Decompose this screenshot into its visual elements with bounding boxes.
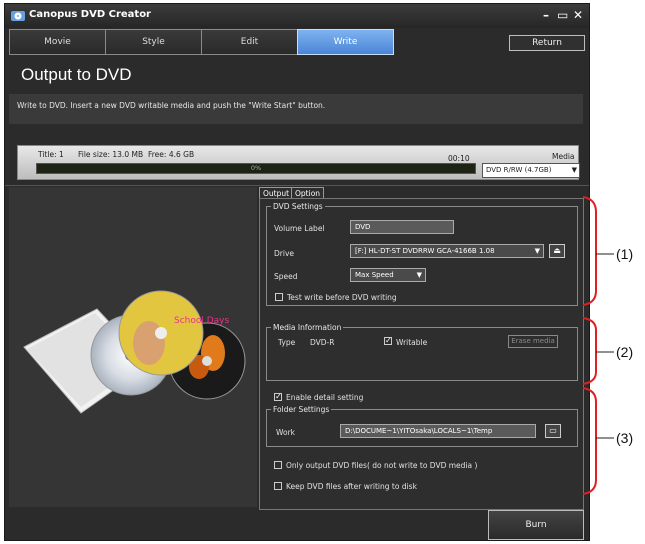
elapsed-time: 00:10 (448, 154, 470, 163)
volume-label-input[interactable]: DVD (350, 220, 454, 234)
close-icon[interactable]: ✕ (573, 7, 583, 23)
speed-select[interactable]: Max Speed ▼ (350, 268, 426, 282)
settings-panel: DVD Settings Volume Label DVD Drive [F:]… (259, 198, 584, 510)
work-folder-input[interactable]: D:\DOCUME~1\YITOsaka\LOCALS~1\Temp (340, 424, 536, 438)
dvd-settings-legend: DVD Settings (273, 202, 323, 211)
test-write-label: Test write before DVD writing (287, 293, 397, 302)
minimize-icon[interactable]: – (541, 7, 551, 23)
window-title: Canopus DVD Creator (29, 9, 151, 20)
writable-label: Writable (396, 338, 428, 347)
free-space: Free: 4.6 GB (148, 150, 195, 159)
media-value: DVD R/RW (4.7GB) (486, 166, 552, 174)
speed-value: Max Speed (355, 271, 394, 279)
media-info-group: Media Information (266, 323, 578, 381)
page-title: Output to DVD (21, 65, 132, 84)
title-count: Title: 1 (38, 150, 64, 159)
tab-movie[interactable]: Movie (9, 29, 106, 55)
media-info-legend: Media Information (273, 323, 342, 332)
volume-label-text: Volume Label (274, 224, 325, 233)
type-label: Type (278, 338, 296, 347)
folder-icon[interactable]: ▭ (545, 424, 561, 438)
chevron-down-icon: ▼ (571, 166, 577, 174)
disc-label: School Days (174, 316, 230, 326)
maximize-icon[interactable]: ▭ (557, 7, 568, 23)
progress-bar: 0% (36, 163, 476, 174)
media-select[interactable]: DVD R/RW (4.7GB) ▼ (482, 163, 580, 178)
burn-button[interactable]: Burn (488, 510, 584, 540)
progress-percent: 0% (250, 164, 262, 172)
preview-area: School Days (9, 187, 257, 507)
type-value: DVD-R (310, 338, 335, 347)
only-output-checkbox[interactable] (274, 461, 282, 469)
enable-detail-checkbox[interactable]: ✓ (274, 393, 282, 401)
drive-value: [F:] HL-DT-ST DVDRRW GCA-4166B 1.08 (355, 247, 495, 255)
app-window: Canopus DVD Creator – ▭ ✕ Movie Style Ed… (4, 3, 590, 541)
step-tabs: Movie Style Edit Write (9, 29, 394, 55)
test-write-checkbox[interactable] (275, 293, 283, 301)
callout-1: (1) (616, 246, 634, 262)
write-status-panel: Title: 1 File size: 13.0 MB Free: 4.6 GB… (17, 145, 580, 180)
keep-files-label: Keep DVD files after writing to disk (286, 482, 417, 491)
erase-media-button[interactable]: Erase media (508, 335, 558, 348)
app-icon (11, 11, 25, 21)
callout-2: (2) (616, 344, 634, 360)
speed-label: Speed (274, 272, 298, 281)
callout-3: (3) (616, 430, 634, 446)
media-label: Media (552, 152, 575, 161)
chevron-down-icon: ▼ (416, 271, 422, 279)
divider (5, 185, 589, 186)
work-label: Work (276, 428, 295, 437)
tab-style[interactable]: Style (105, 29, 202, 55)
keep-files-checkbox[interactable] (274, 482, 282, 490)
return-button[interactable]: Return (509, 35, 585, 51)
drive-select[interactable]: [F:] HL-DT-ST DVDRRW GCA-4166B 1.08 ▼ (350, 244, 544, 258)
writable-checkbox: ✓ (384, 336, 392, 345)
enable-detail-label: Enable detail setting (286, 393, 364, 402)
title-bar: Canopus DVD Creator – ▭ ✕ (5, 4, 589, 28)
only-output-label: Only output DVD files( do not write to D… (286, 461, 478, 470)
instruction-text: Write to DVD. Insert a new DVD writable … (17, 101, 326, 110)
info-bar: Write to DVD. Insert a new DVD writable … (9, 94, 583, 124)
drive-label: Drive (274, 249, 294, 258)
folder-settings-legend: Folder Settings (273, 405, 330, 414)
chevron-down-icon: ▼ (534, 247, 540, 255)
dvd-illustration: School Days (23, 290, 246, 414)
file-size: File size: 13.0 MB (78, 150, 144, 159)
eject-icon[interactable]: ⏏ (549, 244, 565, 258)
tab-write[interactable]: Write (297, 29, 394, 55)
tab-edit[interactable]: Edit (201, 29, 298, 55)
